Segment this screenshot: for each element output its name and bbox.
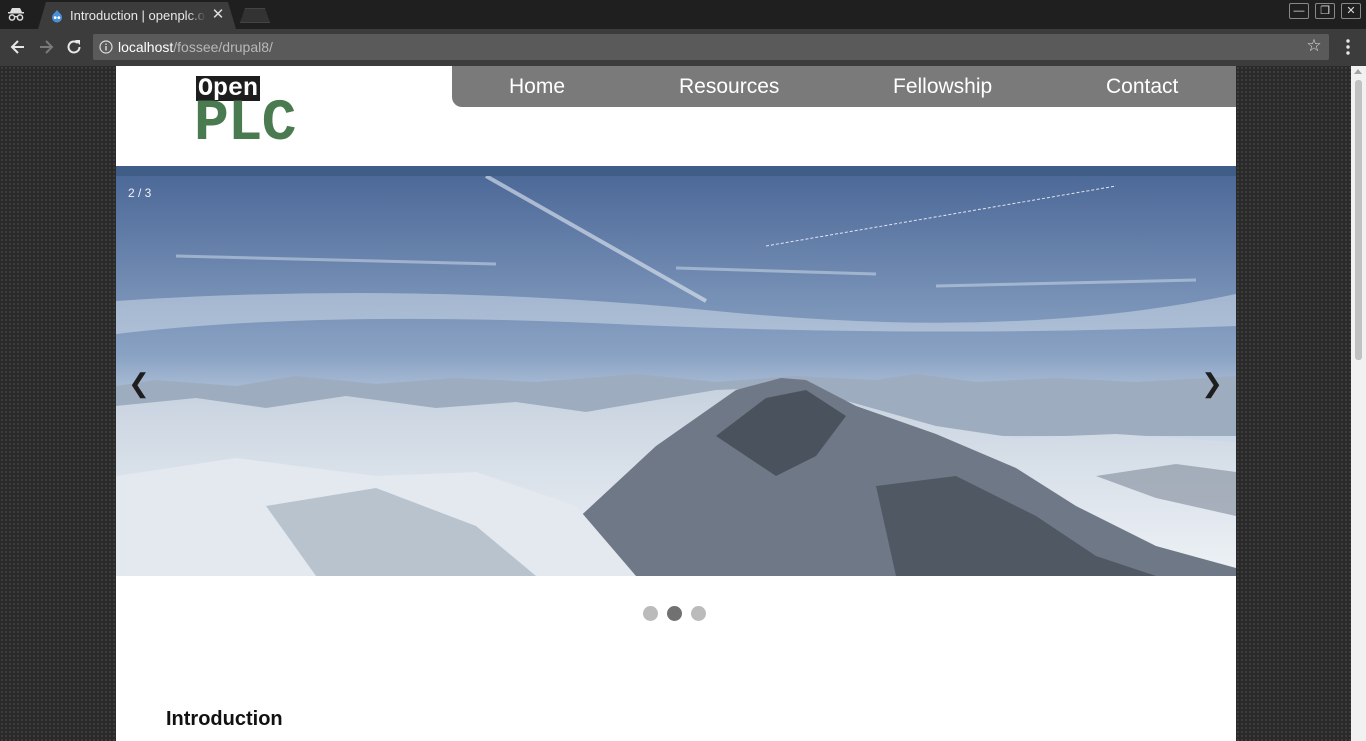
reload-icon[interactable] xyxy=(64,37,84,57)
slider-prev-arrow-icon[interactable]: ❮ xyxy=(127,368,151,398)
window-restore-button[interactable]: ❐ xyxy=(1315,3,1335,19)
slider-next-arrow-icon[interactable]: ❯ xyxy=(1200,368,1224,398)
nav-contact[interactable]: Contact xyxy=(1106,66,1178,107)
page-viewport: Open PLC Home Resources Fellowship Conta… xyxy=(0,66,1366,741)
url-text: localhost/fossee/drupal8/ xyxy=(118,39,273,55)
forward-arrow-icon[interactable] xyxy=(36,37,56,57)
slider-dot-2[interactable] xyxy=(667,606,682,621)
site-header: Open PLC Home Resources Fellowship Conta… xyxy=(116,66,1236,166)
browser-toolbar: localhost/fossee/drupal8/ ☆ xyxy=(0,29,1366,66)
site-logo[interactable]: Open PLC xyxy=(194,76,336,156)
nav-resources[interactable]: Resources xyxy=(679,66,779,107)
scroll-up-arrow-icon[interactable] xyxy=(1354,69,1362,74)
page-scrollbar[interactable] xyxy=(1351,66,1366,741)
window-close-button[interactable]: ✕ xyxy=(1341,3,1361,19)
window-minimize-button[interactable]: — xyxy=(1289,3,1309,19)
mountain-slide-image xyxy=(116,176,1236,576)
logo-plc-text: PLC xyxy=(194,92,296,157)
scrollbar-thumb[interactable] xyxy=(1355,80,1362,360)
incognito-icon xyxy=(8,8,24,21)
info-icon[interactable] xyxy=(99,40,113,54)
url-path: /fossee/drupal8/ xyxy=(173,39,273,55)
nav-fellowship[interactable]: Fellowship xyxy=(893,66,992,107)
drupal-favicon-icon xyxy=(52,10,62,23)
slider-dot-1[interactable] xyxy=(643,606,658,621)
tab-close-icon[interactable]: ✕ xyxy=(210,6,226,24)
back-arrow-icon[interactable] xyxy=(8,37,28,57)
image-slider: 2 / 3 ❮ ❯ xyxy=(116,166,1236,576)
main-nav: Home Resources Fellowship Contact xyxy=(452,66,1236,107)
slider-dots xyxy=(643,606,709,622)
browser-tab-strip: Introduction | openplc.org ✕ — ❐ ✕ xyxy=(0,0,1366,29)
browser-menu-icon[interactable] xyxy=(1340,37,1356,57)
new-tab-button[interactable] xyxy=(240,8,270,23)
section-heading-introduction: Introduction xyxy=(166,708,283,730)
bookmark-star-icon[interactable]: ☆ xyxy=(1305,37,1323,55)
slider-dot-3[interactable] xyxy=(691,606,706,621)
browser-tab-active[interactable]: Introduction | openplc.org ✕ xyxy=(38,2,236,29)
page-container: Open PLC Home Resources Fellowship Conta… xyxy=(116,66,1236,741)
tab-title: Introduction | openplc.org xyxy=(70,8,206,23)
url-host: localhost xyxy=(118,39,174,55)
slide-counter: 2 / 3 xyxy=(128,186,152,200)
nav-home[interactable]: Home xyxy=(509,66,565,107)
address-bar[interactable]: localhost/fossee/drupal8/ ☆ xyxy=(93,34,1329,60)
